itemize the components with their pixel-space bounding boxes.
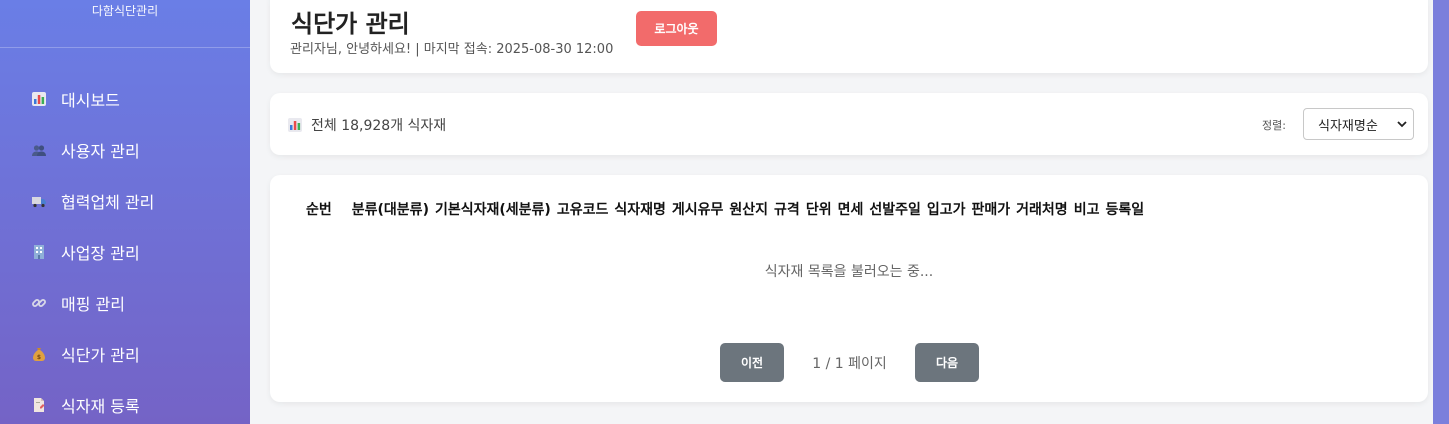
page-info: 1 / 1 페이지 bbox=[812, 355, 887, 372]
sort-label: 정렬: bbox=[1262, 119, 1286, 132]
column-header[interactable]: 거래처명 bbox=[1016, 199, 1068, 219]
column-header[interactable]: 식자재명 bbox=[614, 199, 666, 219]
sidebar-item-label: 협력업체 관리 bbox=[61, 192, 155, 212]
column-header[interactable]: 게시유무 bbox=[672, 199, 724, 219]
column-header[interactable]: 순번 bbox=[306, 199, 332, 219]
chevron-down-icon bbox=[1397, 121, 1407, 128]
column-header[interactable]: 기본식자재(세분류) bbox=[435, 199, 551, 219]
svg-text:$: $ bbox=[37, 354, 41, 361]
document-icon bbox=[30, 396, 48, 414]
column-header[interactable]: 원산지 bbox=[729, 199, 768, 219]
logout-button[interactable]: 로그아웃 bbox=[636, 11, 717, 46]
building-icon bbox=[30, 243, 48, 261]
sidebar-item-meal-price[interactable]: $ 식단가 관리 bbox=[0, 328, 250, 379]
sidebar-item-sites[interactable]: 사업장 관리 bbox=[0, 226, 250, 277]
column-header[interactable]: 비고 bbox=[1074, 199, 1100, 219]
sidebar-nav: 대시보드 사용자 관리 협력업체 관리 사업장 관리 매핑 관리 $ 식단가 관… bbox=[0, 73, 250, 424]
sidebar-item-ingredient-register[interactable]: 식자재 등록 bbox=[0, 379, 250, 424]
sidebar-item-users[interactable]: 사용자 관리 bbox=[0, 124, 250, 175]
next-page-button[interactable]: 다음 bbox=[915, 343, 979, 382]
header-card: 식단가 관리 관리자님, 안녕하세요! | 마지막 접속: 2025-08-30… bbox=[270, 0, 1428, 73]
column-header[interactable]: 판매가 bbox=[972, 199, 1011, 219]
loading-message: 식자재 목록을 불러오는 중... bbox=[764, 264, 934, 280]
column-header[interactable]: 등록일 bbox=[1105, 199, 1144, 219]
column-header[interactable]: 면세 bbox=[838, 199, 864, 219]
sidebar-item-suppliers[interactable]: 협력업체 관리 bbox=[0, 175, 250, 226]
sidebar-item-label: 식자재 등록 bbox=[61, 396, 140, 416]
sidebar-item-label: 사용자 관리 bbox=[61, 141, 140, 161]
welcome-text: 관리자님, 안녕하세요! | 마지막 접속: 2025-08-30 12:00 bbox=[290, 42, 614, 57]
sort-selected-value: 식자재명순 bbox=[1318, 118, 1378, 134]
column-header[interactable]: 단위 bbox=[806, 199, 832, 219]
item-count-summary: 전체 18,928개 식자재 bbox=[287, 115, 446, 135]
chart-icon bbox=[30, 90, 48, 108]
users-icon bbox=[30, 141, 48, 159]
column-header[interactable]: 입고가 bbox=[927, 199, 966, 219]
pagination: 이전 1 / 1 페이지 다음 bbox=[720, 343, 979, 382]
summary-card: 전체 18,928개 식자재 정렬: 식자재명순 bbox=[270, 93, 1428, 155]
sidebar-item-label: 사업장 관리 bbox=[61, 243, 140, 263]
sidebar: 다함식단관리 대시보드 사용자 관리 협력업체 관리 사업장 관리 매핑 관리 … bbox=[0, 0, 250, 424]
column-header[interactable]: 규격 bbox=[774, 199, 800, 219]
sidebar-item-label: 매핑 관리 bbox=[61, 294, 125, 314]
sidebar-item-mapping[interactable]: 매핑 관리 bbox=[0, 277, 250, 328]
page-title: 식단가 관리 bbox=[291, 10, 410, 38]
link-icon bbox=[30, 294, 48, 312]
prev-page-button[interactable]: 이전 bbox=[720, 343, 784, 382]
page-scrollbar[interactable] bbox=[1433, 0, 1449, 424]
sidebar-item-dashboard[interactable]: 대시보드 bbox=[0, 73, 250, 124]
sidebar-item-label: 대시보드 bbox=[61, 90, 120, 110]
truck-icon bbox=[30, 192, 48, 210]
column-header[interactable]: 고유코드 bbox=[557, 199, 609, 219]
table-header: 순번 분류(대분류) 기본식자재(세분류) 고유코드 식자재명 게시유무 원산지… bbox=[306, 199, 1144, 219]
column-header[interactable]: 선발주일 bbox=[869, 199, 921, 219]
item-count-text: 전체 18,928개 식자재 bbox=[311, 118, 447, 134]
sort-select[interactable]: 식자재명순 bbox=[1303, 108, 1414, 140]
chart-icon bbox=[288, 118, 302, 132]
sidebar-item-label: 식단가 관리 bbox=[61, 345, 140, 365]
brand-name: 다함식단관리 bbox=[0, 0, 250, 48]
ingredient-table-card: 순번 분류(대분류) 기본식자재(세분류) 고유코드 식자재명 게시유무 원산지… bbox=[270, 175, 1428, 402]
column-header[interactable]: 분류(대분류) bbox=[352, 199, 429, 219]
money-bag-icon: $ bbox=[30, 345, 48, 363]
